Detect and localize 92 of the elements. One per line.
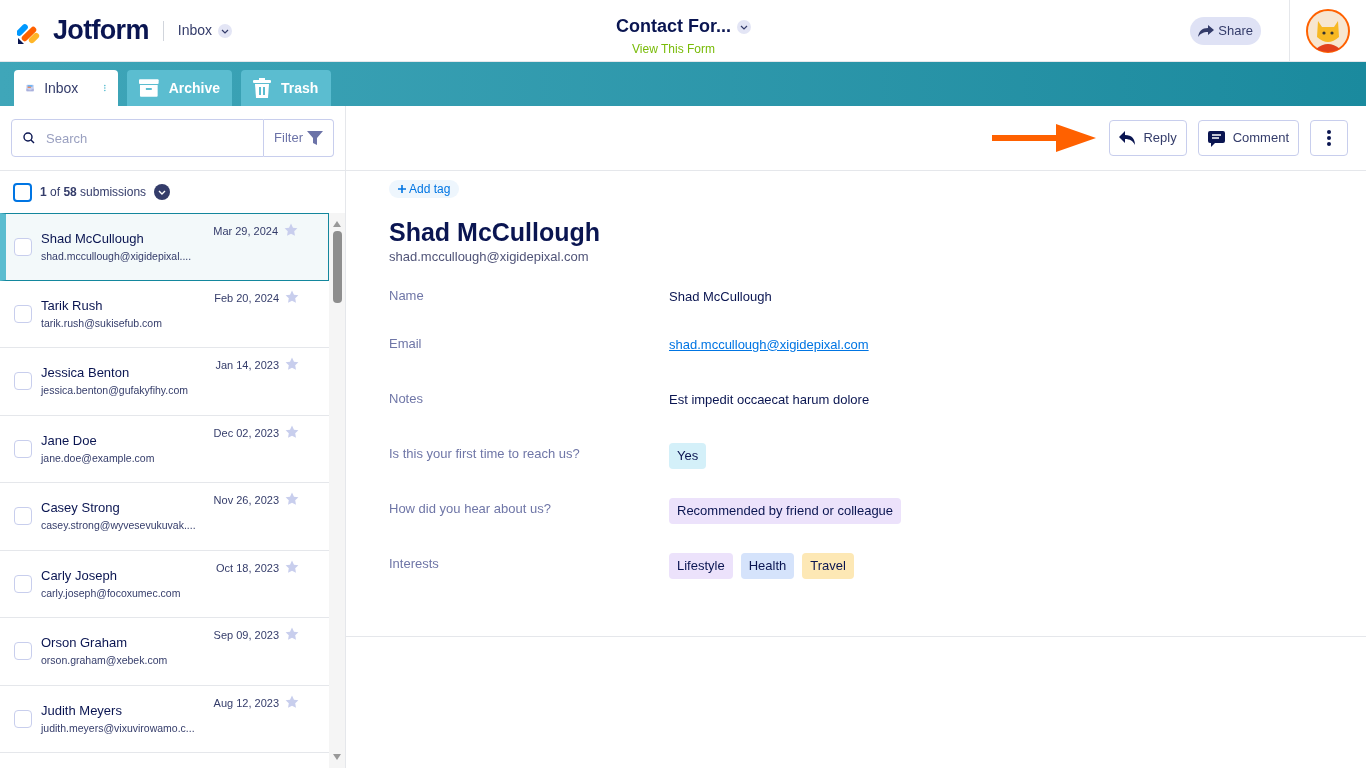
submission-date: Oct 18, 2023	[216, 560, 280, 576]
field-label: Name	[389, 286, 425, 305]
field-value: Est impedit occaecat harum dolore	[669, 390, 870, 409]
select-all-checkbox[interactable]	[13, 182, 32, 202]
star-icon[interactable]	[285, 627, 300, 641]
share-button[interactable]: Share	[1190, 16, 1261, 45]
row-checkbox[interactable]	[14, 439, 32, 458]
section-dropdown[interactable]: Inbox	[177, 20, 233, 41]
row-checkbox[interactable]	[14, 507, 32, 525]
submission-count: 1 of 58 submissions	[40, 184, 147, 201]
submitter-email: shad.mccullough@xigidepixal....	[41, 249, 192, 264]
reply-button[interactable]: Reply	[1109, 120, 1187, 156]
share-arrow-icon	[1198, 24, 1215, 37]
star-icon[interactable]	[284, 223, 299, 237]
star-icon[interactable]	[285, 559, 300, 574]
scroll-up-icon[interactable]	[333, 221, 341, 227]
row-checkbox[interactable]	[14, 238, 32, 256]
avatar-icon[interactable]	[1306, 8, 1350, 53]
answer-tag: Recommended by friend or colleague	[669, 497, 902, 524]
submission-row[interactable]: Shad McCullough shad.mccullough@xigidepixal.... Mar 29, 2024	[0, 213, 330, 281]
submitter-name: Jane Doe	[41, 431, 97, 450]
answer-tag: Health	[740, 552, 795, 579]
filter-button[interactable]: Filter	[264, 119, 334, 157]
submission-row[interactable]: Casey Strong casey.strong@wyvesevukuvak.... Nov 26, 2023	[0, 483, 330, 551]
archive-box-icon	[139, 78, 159, 98]
submission-row[interactable]: Orson Graham orson.graham@xebek.com Sep 09, 2023	[0, 618, 330, 686]
field-value: Shad McCullough	[669, 287, 772, 306]
submitter-email: carly.joseph@focoxumec.com	[41, 585, 181, 601]
submitter-name: Carly Joseph	[41, 566, 117, 585]
submitter-name: Shad McCullough	[389, 217, 602, 247]
scrollbar[interactable]	[329, 213, 345, 768]
row-checkbox[interactable]	[14, 709, 32, 728]
row-checkbox[interactable]	[14, 642, 32, 660]
trash-icon	[253, 78, 271, 98]
reply-arrow-icon	[1119, 131, 1136, 145]
comment-button[interactable]: Comment	[1197, 120, 1299, 156]
submitter-email: casey.strong@wyvesevukuvak....	[41, 518, 196, 533]
search-icon	[23, 132, 35, 144]
email-link[interactable]: shad.mccullough@xigidepixal.com	[669, 332, 869, 354]
submission-row[interactable]: Tarik Rush tarik.rush@sukisefub.com Feb 20, 2024	[0, 280, 330, 348]
row-checkbox[interactable]	[14, 304, 32, 323]
submission-date: Sep 09, 2023	[213, 628, 280, 643]
submission-date: Nov 26, 2023	[213, 493, 280, 508]
field-label: Is this your first time to reach us?	[389, 444, 581, 463]
answer-tag: Travel	[802, 552, 854, 579]
submission-date: Mar 29, 2024	[213, 224, 279, 239]
answer-tag: Lifestyle	[669, 552, 733, 579]
comment-icon	[1207, 129, 1225, 147]
answer-tag: Yes	[669, 442, 707, 469]
submission-row[interactable]: Jane Doe jane.doe@example.com Dec 02, 2023	[0, 415, 330, 483]
more-vertical-icon	[1327, 130, 1331, 146]
field-label: How did you hear about us?	[389, 499, 552, 518]
submitter-email: shad.mccullough@xigidepixal.com	[389, 248, 590, 266]
submitter-email: jane.doe@example.com	[41, 450, 155, 466]
submission-date: Dec 02, 2023	[213, 425, 280, 441]
star-icon[interactable]	[285, 492, 300, 506]
scrollbar-thumb[interactable]	[332, 231, 342, 303]
submission-row[interactable]: Judith Meyers judith.meyers@vixuvirowamo.c... Aug 12, 2023	[0, 685, 330, 753]
submitter-name: Orson Graham	[41, 634, 127, 652]
star-icon[interactable]	[285, 424, 300, 439]
submitter-email: jessica.benton@gufakyfihy.com	[41, 383, 189, 398]
more-options-button[interactable]	[1310, 120, 1348, 156]
scroll-down-icon[interactable]	[333, 754, 341, 760]
funnel-icon	[307, 130, 323, 146]
row-checkbox[interactable]	[14, 372, 32, 390]
chevron-down-icon[interactable]	[154, 184, 171, 200]
submitter-email: tarik.rush@sukisefub.com	[41, 315, 162, 331]
submission-row[interactable]: Jessica Benton jessica.benton@gufakyfihy.com Jan 14, 2023	[0, 348, 330, 416]
submitter-email: judith.meyers@vixuvirowamo.c...	[41, 720, 195, 736]
plus-icon	[398, 185, 406, 193]
brand-name: Jotform	[53, 14, 149, 48]
submission-date: Aug 12, 2023	[213, 695, 280, 711]
search-field[interactable]: Search	[11, 119, 265, 157]
submission-date: Jan 14, 2023	[215, 358, 280, 373]
star-icon[interactable]	[285, 357, 300, 371]
submitter-name: Shad McCullough	[41, 230, 144, 248]
form-title: Contact For...	[616, 15, 731, 38]
field-label: Notes	[389, 389, 424, 408]
submitter-name: Tarik Rush	[41, 296, 103, 315]
add-tag-button[interactable]: Add tag	[389, 180, 460, 198]
submission-row[interactable]: Carly Joseph carly.joseph@focoxumec.com Oct 18, 2023	[0, 550, 330, 618]
submitter-name: Jessica Benton	[41, 364, 130, 382]
row-checkbox[interactable]	[14, 574, 32, 593]
field-label: Interests	[389, 554, 440, 573]
submission-date: Feb 20, 2024	[214, 290, 280, 306]
field-label: Email	[389, 334, 423, 353]
submitter-name: Casey Strong	[41, 499, 120, 517]
submitter-email: orson.graham@xebek.com	[41, 653, 168, 668]
star-icon[interactable]	[285, 289, 300, 304]
star-icon[interactable]	[285, 694, 300, 709]
folder-tab[interactable]: Inbox	[14, 70, 118, 106]
submitter-name: Judith Meyers	[41, 701, 122, 720]
